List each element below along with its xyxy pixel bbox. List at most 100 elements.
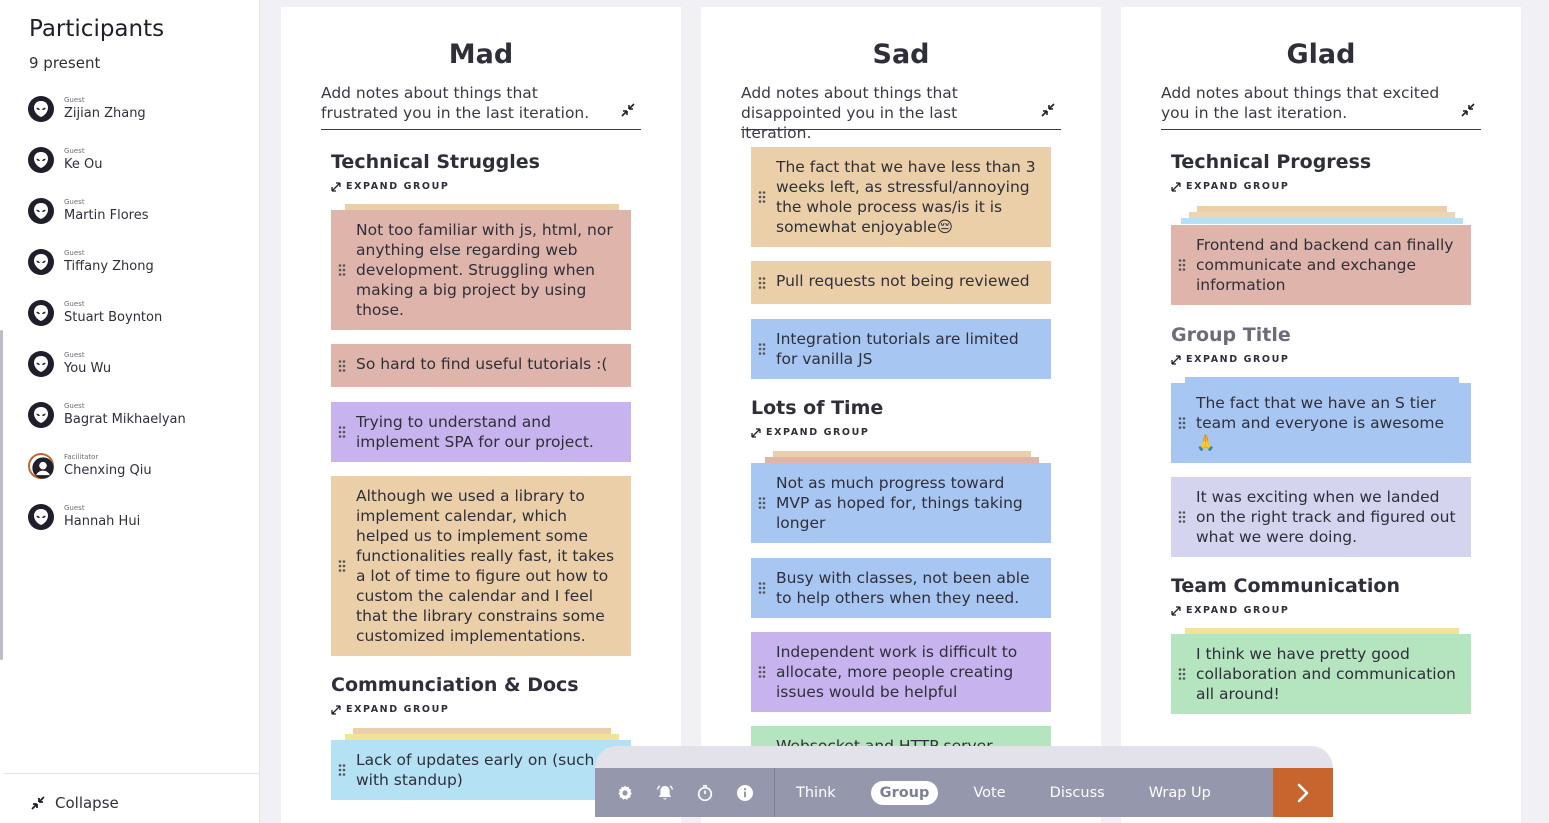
group-title[interactable]: Technical Struggles: [331, 151, 540, 173]
drag-handle-icon[interactable]: [338, 560, 346, 573]
phase-think[interactable]: Think: [787, 781, 845, 805]
participant-name: Chenxing Qiu: [64, 463, 152, 478]
participant-item[interactable]: Guest Hannah Hui: [27, 502, 252, 553]
expand-group-button[interactable]: EXPAND GROUP: [331, 181, 449, 192]
expand-group-button[interactable]: EXPAND GROUP: [1171, 181, 1289, 192]
reflection-card[interactable]: Trying to understand and implement SPA f…: [331, 402, 631, 462]
group-title[interactable]: Lots of Time: [751, 397, 883, 419]
reflection-card[interactable]: Busy with classes, not been able to help…: [751, 558, 1051, 618]
card-text: Pull requests not being reviewed: [776, 272, 1030, 290]
participant-role: Guest: [64, 198, 85, 206]
column-prompt-text: Add notes about things that disappointed…: [741, 84, 958, 142]
participant-name: Ke Ou: [64, 157, 103, 172]
participant-role: Guest: [64, 300, 85, 308]
card-text: Not as much progress toward MVP as hoped…: [776, 474, 1023, 532]
reflection-card[interactable]: I think we have pretty good collaboratio…: [1171, 634, 1471, 714]
card-text: So hard to find useful tutorials :(: [356, 355, 608, 373]
drag-handle-icon[interactable]: [758, 666, 766, 679]
alien-avatar-icon: [28, 504, 54, 530]
expand-icon: [331, 181, 341, 192]
participant-item[interactable]: Guest Stuart Boynton: [27, 298, 252, 349]
group-title[interactable]: Technical Progress: [1171, 151, 1371, 173]
expand-icon: [751, 427, 761, 438]
reflection-card[interactable]: Although we used a library to implement …: [331, 476, 631, 656]
drag-handle-icon[interactable]: [338, 264, 346, 277]
reflection-card[interactable]: Integration tutorials are limited for va…: [751, 319, 1051, 379]
sidebar-scrollbar[interactable]: [0, 330, 3, 660]
alien-avatar-icon: [28, 198, 54, 224]
participant-role: Facilitator: [64, 453, 99, 461]
reflection-card[interactable]: So hard to find useful tutorials :(: [331, 344, 631, 387]
card-text: Independent work is difficult to allocat…: [776, 643, 1018, 701]
group-title[interactable]: Team Communication: [1171, 575, 1400, 597]
drag-handle-icon[interactable]: [1178, 511, 1186, 524]
drag-handle-icon[interactable]: [758, 276, 766, 289]
drag-handle-icon[interactable]: [338, 764, 346, 777]
participant-role: Guest: [64, 249, 85, 257]
participant-item[interactable]: Guest Zijian Zhang: [27, 94, 252, 145]
column-sad: Sad Add notes about things that disappoi…: [701, 7, 1101, 823]
alien-avatar-icon: [28, 351, 54, 377]
drag-handle-icon[interactable]: [758, 582, 766, 595]
expand-group-label: EXPAND GROUP: [346, 704, 450, 715]
reflection-card[interactable]: The fact that we have less than 3 weeks …: [751, 147, 1051, 247]
chevron-right-icon: [1297, 783, 1309, 802]
drag-handle-icon[interactable]: [338, 426, 346, 439]
card-text: Integration tutorials are limited for va…: [776, 330, 1019, 368]
timer-icon[interactable]: [696, 784, 714, 802]
participant-list: Guest Zijian Zhang Guest Ke Ou Guest Mar…: [27, 94, 252, 553]
shrink-icon[interactable]: [1461, 103, 1475, 117]
drag-handle-icon[interactable]: [1178, 668, 1186, 681]
bell-icon[interactable]: [656, 784, 674, 802]
next-phase-button[interactable]: [1273, 768, 1333, 817]
participant-item[interactable]: Facilitator Chenxing Qiu: [27, 451, 252, 502]
phase-wrap-up[interactable]: Wrap Up: [1140, 781, 1220, 805]
card-text: Lack of updates early on (such as with s…: [356, 751, 617, 789]
drag-handle-icon[interactable]: [338, 359, 346, 372]
card-text: The fact that we have less than 3 weeks …: [776, 158, 1036, 236]
reflection-card[interactable]: Independent work is difficult to allocat…: [751, 632, 1051, 712]
card-text: Trying to understand and implement SPA f…: [356, 413, 594, 451]
group-title[interactable]: Communciation & Docs: [331, 674, 579, 696]
reflection-card[interactable]: Not as much progress toward MVP as hoped…: [751, 463, 1051, 543]
drag-handle-icon[interactable]: [1178, 259, 1186, 272]
expand-group-button[interactable]: EXPAND GROUP: [1171, 605, 1289, 616]
reflection-card[interactable]: Pull requests not being reviewed: [751, 261, 1051, 304]
drag-handle-icon[interactable]: [758, 497, 766, 510]
phase-group[interactable]: Group: [870, 780, 939, 805]
expand-group-button[interactable]: EXPAND GROUP: [751, 427, 869, 438]
drag-handle-icon[interactable]: [1178, 417, 1186, 430]
drag-handle-icon[interactable]: [758, 191, 766, 204]
sidebar-title: Participants: [29, 16, 165, 42]
reflection-card[interactable]: It was exciting when we landed on the ri…: [1171, 477, 1471, 557]
shrink-icon[interactable]: [1041, 103, 1055, 117]
participant-role: Guest: [64, 96, 85, 104]
info-icon[interactable]: [736, 784, 754, 802]
settings-icon[interactable]: [616, 784, 634, 802]
reflection-card[interactable]: Frontend and backend can finally communi…: [1171, 225, 1471, 305]
column-title: Mad: [448, 39, 514, 70]
reflection-card[interactable]: Not too familiar with js, html, nor anyt…: [331, 210, 631, 330]
participant-item[interactable]: Guest Bagrat Mikhaelyan: [27, 400, 252, 451]
participant-item[interactable]: Guest You Wu: [27, 349, 252, 400]
expand-group-button[interactable]: EXPAND GROUP: [1171, 354, 1289, 365]
reflection-card[interactable]: The fact that we have an S tier team and…: [1171, 383, 1471, 463]
participant-name: Stuart Boynton: [64, 310, 163, 325]
column-title: Sad: [872, 39, 930, 70]
phase-list: Think Group Vote Discuss Wrap Up: [775, 768, 1246, 817]
card-text: Frontend and backend can finally communi…: [1196, 236, 1454, 294]
shrink-icon[interactable]: [621, 103, 635, 117]
phase-discuss[interactable]: Discuss: [1041, 781, 1114, 805]
expand-group-label: EXPAND GROUP: [1186, 354, 1290, 365]
phase-vote[interactable]: Vote: [964, 781, 1014, 805]
collapse-button[interactable]: Collapse: [30, 794, 119, 812]
drag-handle-icon[interactable]: [758, 343, 766, 356]
participant-item[interactable]: Guest Martin Flores: [27, 196, 252, 247]
group-title[interactable]: Group Title: [1171, 324, 1291, 346]
participant-item[interactable]: Guest Ke Ou: [27, 145, 252, 196]
card-text: I think we have pretty good collaboratio…: [1196, 645, 1456, 703]
participant-item[interactable]: Guest Tiffany Zhong: [27, 247, 252, 298]
reflection-card[interactable]: Lack of updates early on (such as with s…: [331, 740, 631, 800]
participant-name: Zijian Zhang: [64, 106, 146, 121]
expand-group-button[interactable]: EXPAND GROUP: [331, 704, 449, 715]
